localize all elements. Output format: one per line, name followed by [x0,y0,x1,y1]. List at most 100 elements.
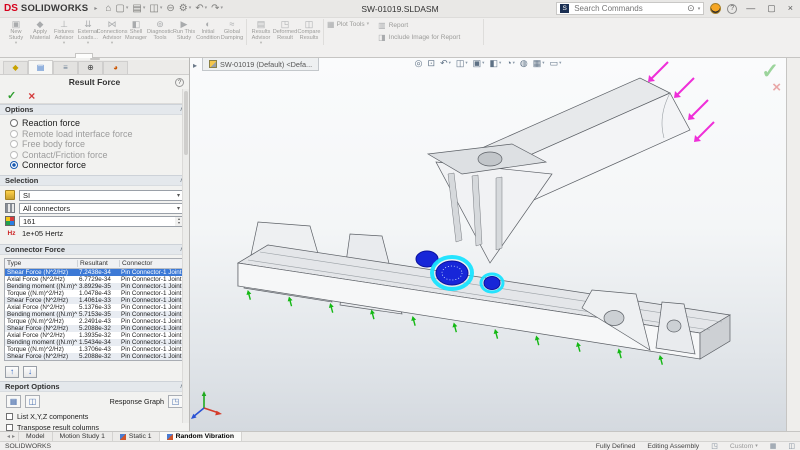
featuremanager-tab[interactable]: ◆ [3,61,28,74]
previous-view-icon[interactable]: ↶▾ [440,59,451,68]
minimize-button[interactable]: — [743,4,758,13]
new-study-button[interactable]: ▣ New Study ▾ [4,19,28,45]
save-table-button[interactable]: ▦ [6,395,21,408]
table-row[interactable]: Shear Force (N^2/Hz) 1.4061e-33 Pin Conn… [5,297,184,304]
results-advisor-button[interactable]: ▤ Results Advisor ▾ [249,19,273,45]
document-tab[interactable]: SW-01019 (Default) <Defa... [202,58,319,71]
table-row[interactable]: Torque ((N.m)^2/Hz) 1.0478e-43 Pin Conne… [5,290,184,297]
configurationmanager-tab[interactable]: ≡ [53,61,78,74]
attach-icon[interactable]: ⊖ [164,4,176,14]
status-units-icon[interactable]: ▦ [770,442,777,450]
static-1-tab[interactable]: Static 1 [113,432,160,441]
model-tab[interactable]: Model [18,432,53,441]
main-beam[interactable] [238,245,730,359]
section-view-icon[interactable]: ◫▾ [456,59,468,68]
plot-number-input[interactable]: 161 [19,216,175,227]
report-option-checkbox[interactable]: List X,Y,Z components [0,411,189,422]
pin-connector-highlighted[interactable] [432,257,472,289]
fixtures-advisor-button[interactable]: ⊥ Fixtures Advisor ▾ [52,19,76,45]
menu-expand-icon[interactable]: ▸ [94,5,97,12]
apply-material-button[interactable]: ◆ Apply Material [28,19,52,45]
table-row[interactable]: Shear Force (N^2/Hz) 7.2438e-34 Pin Conn… [5,269,184,276]
help-icon[interactable]: ? [175,78,184,87]
ok-button[interactable]: ✓ [7,91,16,102]
table-row[interactable]: Shear Force (N^2/Hz) 5.2088e-32 Pin Conn… [5,325,184,332]
search-caret-icon[interactable]: ▾ [698,6,701,12]
search-icon[interactable]: ⊙ [687,3,695,14]
apply-scene-icon[interactable]: ▦▾ [533,59,545,68]
units-dropdown[interactable]: SI ▾ [19,190,184,201]
view-orientation-icon[interactable]: ▣▾ [473,59,485,68]
feature-tree-flyout-icon[interactable]: ▸ [193,61,197,70]
hide-show-items-icon[interactable]: ◔▾ [506,59,515,68]
custom-dropdown[interactable]: Custom▾ [730,443,758,450]
pin-connector-highlighted[interactable] [481,274,503,292]
connectors-dropdown[interactable]: All connectors ▾ [19,203,184,214]
help-icon[interactable]: ? [727,4,737,14]
tab-evaluate[interactable] [39,53,57,57]
table-row[interactable]: Bending moment ((N.m)^2/Hz) 3.8929e-35 P… [5,283,184,290]
save-icon[interactable]: ◫▾ [147,4,164,14]
plot-tools-button[interactable]: ▦ Plot Tools ▾ [324,19,372,45]
search-commands-box[interactable]: S ⊙ ▾ [556,2,704,15]
cancel-button[interactable]: × [28,90,35,102]
display-style-icon[interactable]: ◧▾ [489,59,501,68]
home-icon[interactable]: ⌂ [103,4,113,14]
graphics-viewport[interactable]: ▸ SW-01019 (Default) <Defa... ◎ ⊡ ↶▾ ◫▾ … [190,58,786,431]
motion-study-1-tab[interactable]: Motion Study 1 [53,432,113,441]
option-radio[interactable]: Reaction force [10,118,185,129]
dimxpertmanager-tab[interactable]: ⊕ [78,61,103,74]
compare-results-button[interactable]: ◫ Compare Results [297,19,321,45]
connector-force-section-header[interactable]: Connector Force ∧ [0,244,189,255]
panel-scrollbar[interactable] [182,89,189,423]
tab-assembly[interactable] [3,53,21,57]
user-avatar[interactable] [710,3,721,14]
status-tag-icon[interactable]: ◫ [788,442,795,450]
move-up-button[interactable]: ↑ [5,366,19,378]
report-option-checkbox[interactable]: Transpose result columns [0,422,189,432]
initial-condition-button[interactable]: ◐ Initial Condition [196,19,220,45]
close-button[interactable]: × [785,4,796,13]
table-row[interactable]: Axial Force (N^2/Hz) 5.1376e-33 Pin Conn… [5,304,184,311]
selection-section-header[interactable]: Selection ∧ [0,175,189,186]
diagnostic-tools-button[interactable]: ⊚ Diagnostic Tools [148,19,172,45]
option-radio[interactable]: Remote load interface force [10,129,185,140]
tab-sketch[interactable] [21,53,39,57]
move-down-button[interactable]: ↓ [23,366,37,378]
copy-table-button[interactable]: ◫ [25,395,40,408]
report-button[interactable]: ▥ Report [378,21,477,30]
table-row[interactable]: Torque ((N.m)^2/Hz) 2.2491e-43 Pin Conne… [5,318,184,325]
new-document-icon[interactable]: ▢▾ [113,4,130,14]
options-gear-icon[interactable]: ⚙▾ [177,4,193,14]
report-options-section-header[interactable]: Report Options ∧ [0,381,189,392]
tab-scroll-controls[interactable]: ◂▸ [4,432,18,441]
propertymanager-tab[interactable]: ▤ [28,60,53,74]
confirm-cancel-button[interactable]: × [772,80,781,95]
option-radio[interactable]: Connector force [10,160,185,171]
deformed-result-button[interactable]: ◳ Deformed Result [273,19,297,45]
search-input[interactable] [572,3,684,14]
undo-icon[interactable]: ↶▾ [193,4,209,14]
table-row[interactable]: Axial Force (N^2/Hz) 6.7729e-34 Pin Conn… [5,276,184,283]
global-damping-button[interactable]: ≈ Global Damping [220,19,244,45]
option-radio[interactable]: Contact/Friction force [10,150,185,161]
table-row[interactable]: Axial Force (N^2/Hz) 1.3935e-32 Pin Conn… [5,332,184,339]
tab-solidworks-add-ins[interactable] [57,53,75,57]
view-settings-icon[interactable]: ▭▾ [550,59,562,68]
random-vibration-tab[interactable]: Random Vibration [160,432,242,441]
table-row[interactable]: Bending moment ((N.m)^2/Hz) 5.7153e-35 P… [5,311,184,318]
table-row[interactable]: Shear Force (N^2/Hz) 5.2088e-32 Pin Conn… [5,353,184,360]
option-radio[interactable]: Free body force [10,139,185,150]
edit-appearance-icon[interactable]: ◍ [520,59,528,68]
shell-manager-button[interactable]: ◧ Shell Manager [124,19,148,45]
table-row[interactable]: Torque ((N.m)^2/Hz) 1.3706e-43 Pin Conne… [5,346,184,353]
zoom-to-fit-icon[interactable]: ◎ [415,59,423,68]
zoom-to-area-icon[interactable]: ⊡ [428,59,436,68]
redo-icon[interactable]: ↷▾ [209,4,225,14]
response-graph-button[interactable]: ◳ [168,395,183,408]
table-row[interactable]: Bending moment ((N.m)^2/Hz) 1.5434e-34 P… [5,339,184,346]
options-section-header[interactable]: Options ∧ [0,104,189,115]
run-this-study-button[interactable]: ▶ Run This Study [172,19,196,45]
displaymanager-tab[interactable]: ◕ [103,61,128,74]
include-image-for-report-button[interactable]: ◨ Include Image for Report [378,33,477,42]
